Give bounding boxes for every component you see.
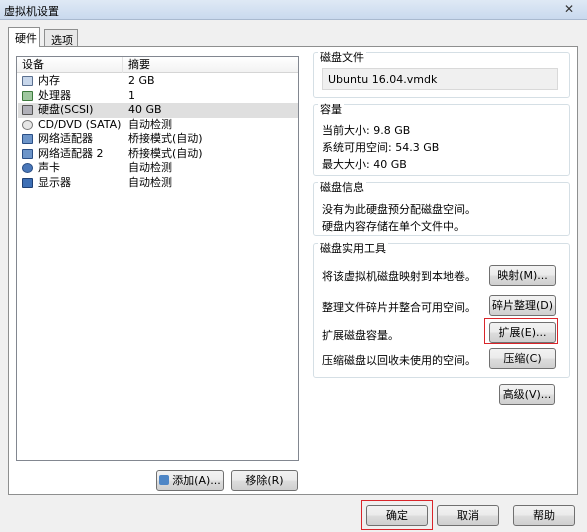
device-summary: 桥接模式(自动): [128, 132, 203, 145]
device-name: 声卡: [38, 161, 60, 174]
device-name: 硬盘(SCSI): [38, 103, 94, 116]
device-name: 内存: [38, 74, 60, 87]
expand-highlight-box: [484, 318, 558, 344]
network-adapter-icon: [22, 134, 33, 144]
remove-device-button[interactable]: 移除(R): [231, 470, 298, 491]
cancel-button[interactable]: 取消: [437, 505, 499, 526]
disk-file-field: Ubuntu 16.04.vmdk: [322, 68, 558, 90]
device-row-network-adapter-2[interactable]: 网络适配器 2 桥接模式(自动): [18, 147, 298, 162]
column-header-device[interactable]: 设备: [17, 57, 123, 73]
device-summary: 40 GB: [128, 103, 162, 116]
add-icon: [159, 475, 170, 485]
memory-icon: [22, 76, 33, 86]
add-device-button[interactable]: 添加(A)...: [156, 470, 224, 491]
defrag-button[interactable]: 碎片整理(D): [489, 295, 556, 316]
system-free-space-text: 系统可用空间: 54.3 GB: [322, 141, 440, 154]
tab-options[interactable]: 选项: [44, 29, 78, 47]
device-name: 显示器: [38, 175, 71, 189]
disk-info-line-1: 没有为此硬盘预分配磁盘空间。: [322, 203, 476, 216]
cd-dvd-icon: [22, 119, 33, 130]
device-name: 处理器: [38, 88, 71, 102]
device-row-sound-card[interactable]: 声卡 自动检测: [18, 161, 298, 176]
device-row-cpu[interactable]: 处理器 1: [18, 89, 298, 104]
defrag-description: 整理文件碎片并整合可用空间。: [322, 301, 476, 314]
disk-file-group: 磁盘文件 Ubuntu 16.04.vmdk: [313, 52, 570, 98]
disk-utilities-title: 磁盘实用工具: [318, 242, 388, 255]
device-row-display[interactable]: 显示器 自动检测: [18, 176, 298, 191]
device-row-network-adapter[interactable]: 网络适配器 桥接模式(自动): [18, 132, 298, 147]
max-size-text: 最大大小: 40 GB: [322, 158, 407, 171]
cpu-icon: [22, 90, 33, 101]
device-summary: 2 GB: [128, 74, 155, 87]
device-list-header: 设备 摘要: [17, 57, 298, 73]
expand-description: 扩展磁盘容量。: [322, 329, 399, 342]
network-adapter-icon: [22, 148, 33, 159]
device-name: 网络适配器: [38, 132, 93, 145]
device-summary: 1: [128, 88, 135, 102]
capacity-title: 容量: [318, 103, 344, 116]
device-list[interactable]: 设备 摘要 内存 2 GB 处理器 1 硬盘(SCSI) 40 GB CD/DV…: [16, 56, 299, 461]
display-icon: [22, 177, 33, 188]
help-button[interactable]: 帮助: [513, 505, 575, 526]
device-summary: 自动检测: [128, 175, 172, 189]
disk-info-group: 磁盘信息 没有为此硬盘预分配磁盘空间。 硬盘内容存储在单个文件中。: [313, 182, 570, 236]
device-name: CD/DVD (SATA): [38, 117, 122, 131]
title-bar: 虚拟机设置 ✕: [0, 0, 587, 20]
sound-card-icon: [22, 163, 33, 173]
ok-highlight-box: [361, 500, 433, 530]
device-row-hard-disk[interactable]: 硬盘(SCSI) 40 GB: [18, 103, 298, 118]
close-icon[interactable]: ✕: [559, 2, 579, 17]
advanced-button[interactable]: 高级(V)...: [499, 384, 555, 405]
column-header-summary[interactable]: 摘要: [123, 57, 298, 73]
compact-button[interactable]: 压缩(C): [489, 348, 556, 369]
device-name: 网络适配器 2: [38, 146, 104, 160]
device-summary: 自动检测: [128, 117, 172, 131]
hard-disk-icon: [22, 105, 33, 115]
tab-hardware[interactable]: 硬件: [8, 27, 40, 47]
device-row-memory[interactable]: 内存 2 GB: [18, 74, 298, 89]
disk-info-title: 磁盘信息: [318, 181, 366, 194]
map-description: 将该虚拟机磁盘映射到本地卷。: [322, 270, 476, 283]
device-summary: 自动检测: [128, 161, 172, 174]
add-device-label: 添加(A)...: [172, 474, 221, 487]
device-summary: 桥接模式(自动): [128, 146, 203, 160]
compact-description: 压缩磁盘以回收未使用的空间。: [322, 354, 476, 367]
window-title: 虚拟机设置: [4, 5, 59, 18]
capacity-group: 容量 当前大小: 9.8 GB 系统可用空间: 54.3 GB 最大大小: 40…: [313, 104, 570, 176]
device-row-cd-dvd[interactable]: CD/DVD (SATA) 自动检测: [18, 118, 298, 133]
disk-info-line-2: 硬盘内容存储在单个文件中。: [322, 220, 465, 233]
disk-file-title: 磁盘文件: [318, 51, 366, 64]
map-button[interactable]: 映射(M)...: [489, 265, 556, 286]
current-size-text: 当前大小: 9.8 GB: [322, 124, 411, 137]
